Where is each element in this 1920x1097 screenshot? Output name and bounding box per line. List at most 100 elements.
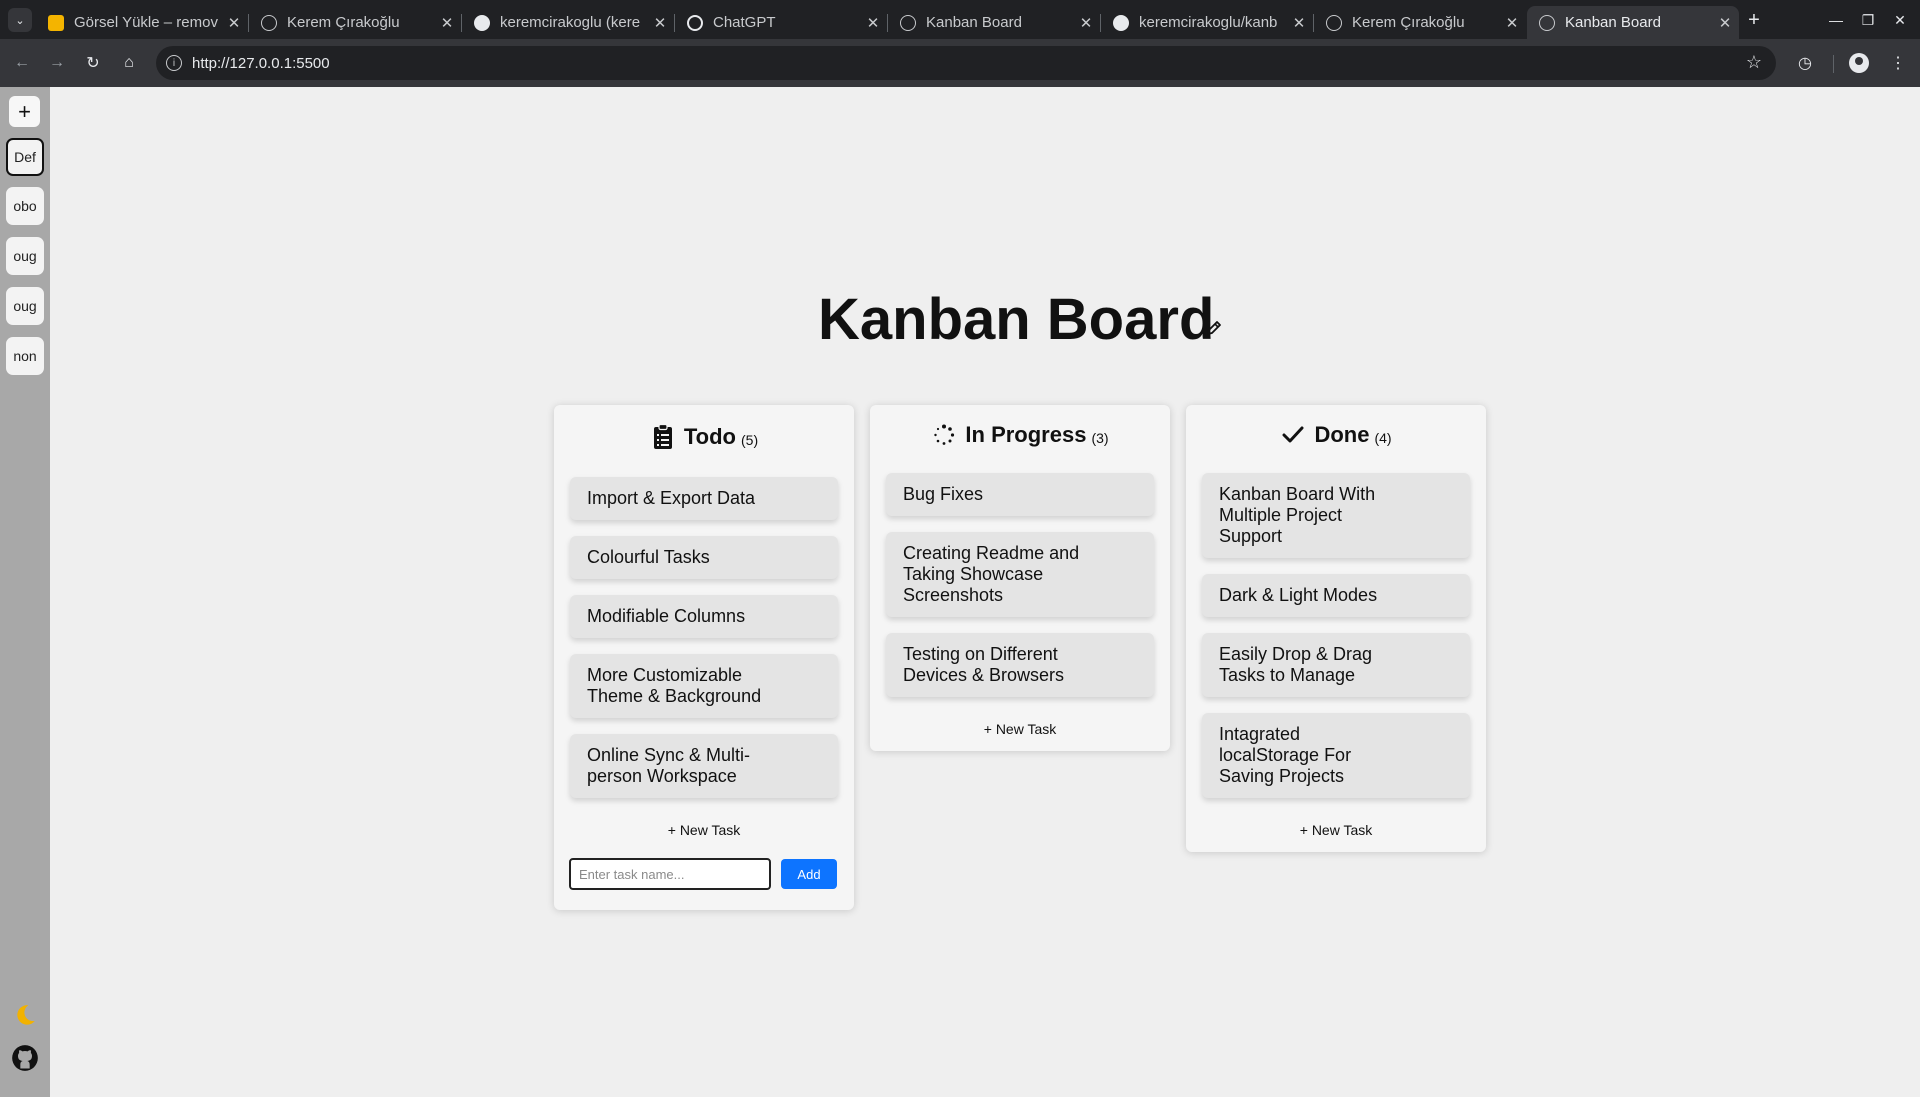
task-card[interactable]: Intagrated localStorage For Saving Proje… (1202, 713, 1470, 798)
remove-bg-icon (48, 14, 64, 31)
globe-icon (1326, 14, 1342, 31)
task-card[interactable]: Colourful Tasks (570, 536, 838, 579)
clipboard-icon (650, 424, 676, 450)
browser-tab[interactable]: Kanban Board ✕ (888, 6, 1101, 39)
spinner-icon (931, 422, 957, 448)
add-task-button[interactable]: Add (781, 859, 837, 889)
task-label: Testing on Different Devices & Browsers (903, 644, 1065, 685)
board-title[interactable]: Kanban Board (818, 284, 1214, 354)
column-in-progress: In Progress (3) Bug Fixes Creating Readm… (870, 405, 1170, 751)
task-label: Online Sync & Multi-person Workspace (587, 745, 751, 786)
browser-tab-active[interactable]: Kanban Board ✕ (1527, 6, 1739, 39)
task-card[interactable]: Kanban Board With Multiple Project Suppo… (1202, 473, 1470, 558)
tab-title: keremcirakoglu (kere (500, 14, 641, 31)
bookmark-star-icon[interactable]: ☆ (1746, 52, 1762, 73)
project-button[interactable]: Def (6, 138, 44, 176)
task-card[interactable]: Creating Readme and Taking Showcase Scre… (886, 532, 1154, 617)
edit-pencil-icon[interactable] (1204, 318, 1224, 338)
task-label: Bug Fixes (903, 484, 984, 504)
globe-icon (261, 14, 277, 31)
task-count: (5) (741, 431, 759, 448)
tab-title: ChatGPT (713, 14, 776, 31)
column-header: Done (4) (1186, 405, 1486, 465)
task-label: Intagrated localStorage For Saving Proje… (1219, 724, 1352, 786)
new-tab-button[interactable]: + (1740, 6, 1768, 34)
task-card[interactable]: Modifiable Columns (570, 595, 838, 638)
project-sidebar: + Def obo oug oug non (0, 87, 50, 1097)
project-button[interactable]: oug (6, 237, 44, 275)
task-label: Dark & Light Modes (1219, 585, 1378, 605)
task-card[interactable]: Easily Drop & Drag Tasks to Manage (1202, 633, 1470, 697)
task-card[interactable]: Import & Export Data (570, 477, 838, 520)
task-card[interactable]: Online Sync & Multi-person Workspace (570, 734, 838, 798)
github-icon (1113, 14, 1129, 31)
browser-tab[interactable]: Görsel Yükle – remov ✕ (36, 6, 249, 39)
tab-close-icon[interactable]: ✕ (646, 14, 674, 32)
browser-tab[interactable]: keremcirakoglu (kere ✕ (462, 6, 675, 39)
url-text[interactable]: http://127.0.0.1:5500 (192, 55, 330, 72)
task-label: Import & Export Data (587, 488, 756, 508)
browser-tab[interactable]: ChatGPT ✕ (675, 6, 888, 39)
column-title[interactable]: Todo (684, 424, 736, 450)
tab-close-icon[interactable]: ✕ (1711, 14, 1739, 32)
tab-close-icon[interactable]: ✕ (1498, 14, 1526, 32)
browser-tab[interactable]: keremcirakoglu/kanb ✕ (1101, 6, 1314, 39)
profile-avatar-icon[interactable] (1849, 53, 1869, 73)
back-icon[interactable]: ← (10, 51, 34, 75)
tab-title: Görsel Yükle – remov (74, 14, 218, 31)
task-card[interactable]: Dark & Light Modes (1202, 574, 1470, 617)
task-count: (3) (1091, 429, 1109, 446)
task-card[interactable]: More Customizable Theme & Background (570, 654, 838, 718)
project-button[interactable]: obo (6, 187, 44, 225)
column-title[interactable]: Done (1314, 422, 1369, 448)
address-bar[interactable]: i http://127.0.0.1:5500 ☆ (156, 46, 1776, 80)
moon-icon[interactable] (10, 1000, 40, 1030)
check-icon (1280, 422, 1306, 448)
github-icon[interactable] (10, 1043, 40, 1073)
task-card[interactable]: Bug Fixes (886, 473, 1154, 516)
tab-search-icon[interactable]: ⌄ (8, 8, 32, 32)
reload-icon[interactable]: ↻ (81, 51, 105, 75)
task-card[interactable]: Testing on Different Devices & Browsers (886, 633, 1154, 697)
column-header: Todo (5) (554, 405, 854, 469)
new-task-button[interactable]: + New Task (554, 814, 854, 852)
site-info-icon[interactable]: i (166, 55, 182, 71)
task-label: Colourful Tasks (587, 547, 710, 567)
restore-icon[interactable]: ❐ (1856, 8, 1880, 32)
project-button[interactable]: non (6, 337, 44, 375)
column-title[interactable]: In Progress (965, 422, 1086, 448)
tab-title: Kerem Çırakoğlu (287, 14, 400, 31)
tab-title: Kanban Board (1565, 14, 1661, 31)
new-task-button[interactable]: + New Task (1186, 814, 1486, 852)
browser-menu-icon[interactable]: ⋮ (1886, 51, 1910, 75)
tab-close-icon[interactable]: ✕ (1072, 14, 1100, 32)
column-header: In Progress (3) (870, 405, 1170, 465)
task-count: (4) (1374, 429, 1392, 446)
tab-close-icon[interactable]: ✕ (859, 14, 887, 32)
add-project-button[interactable]: + (9, 96, 40, 127)
browser-tab[interactable]: Kerem Çırakoğlu ✕ (249, 6, 462, 39)
browser-tab-bar: ⌄ Görsel Yükle – remov ✕ Kerem Çırakoğlu… (0, 0, 1920, 39)
browser-tab[interactable]: Kerem Çırakoğlu ✕ (1314, 6, 1526, 39)
project-button[interactable]: oug (6, 287, 44, 325)
new-task-button[interactable]: + New Task (870, 713, 1170, 751)
tab-title: keremcirakoglu/kanb (1139, 14, 1278, 31)
tab-close-icon[interactable]: ✕ (433, 14, 461, 32)
task-label: Modifiable Columns (587, 606, 746, 626)
add-task-form: Add (554, 852, 854, 896)
task-label: More Customizable Theme & Background (587, 665, 762, 706)
tab-title: Kanban Board (926, 14, 1022, 31)
home-icon[interactable]: ⌂ (117, 51, 141, 75)
history-icon[interactable]: ◷ (1793, 51, 1817, 75)
task-label: Creating Readme and Taking Showcase Scre… (903, 543, 1080, 605)
task-name-input[interactable] (569, 858, 771, 890)
globe-icon (900, 14, 916, 31)
minimize-icon[interactable]: — (1824, 8, 1848, 32)
forward-icon[interactable]: → (45, 51, 69, 75)
column-done: Done (4) Kanban Board With Multiple Proj… (1186, 405, 1486, 852)
close-window-icon[interactable]: ✕ (1888, 8, 1912, 32)
tab-close-icon[interactable]: ✕ (1285, 14, 1313, 32)
tab-close-icon[interactable]: ✕ (220, 14, 248, 32)
browser-toolbar: ← → ↻ ⌂ i http://127.0.0.1:5500 ☆ ◷ ⋮ (0, 39, 1920, 87)
globe-icon (1539, 14, 1555, 31)
